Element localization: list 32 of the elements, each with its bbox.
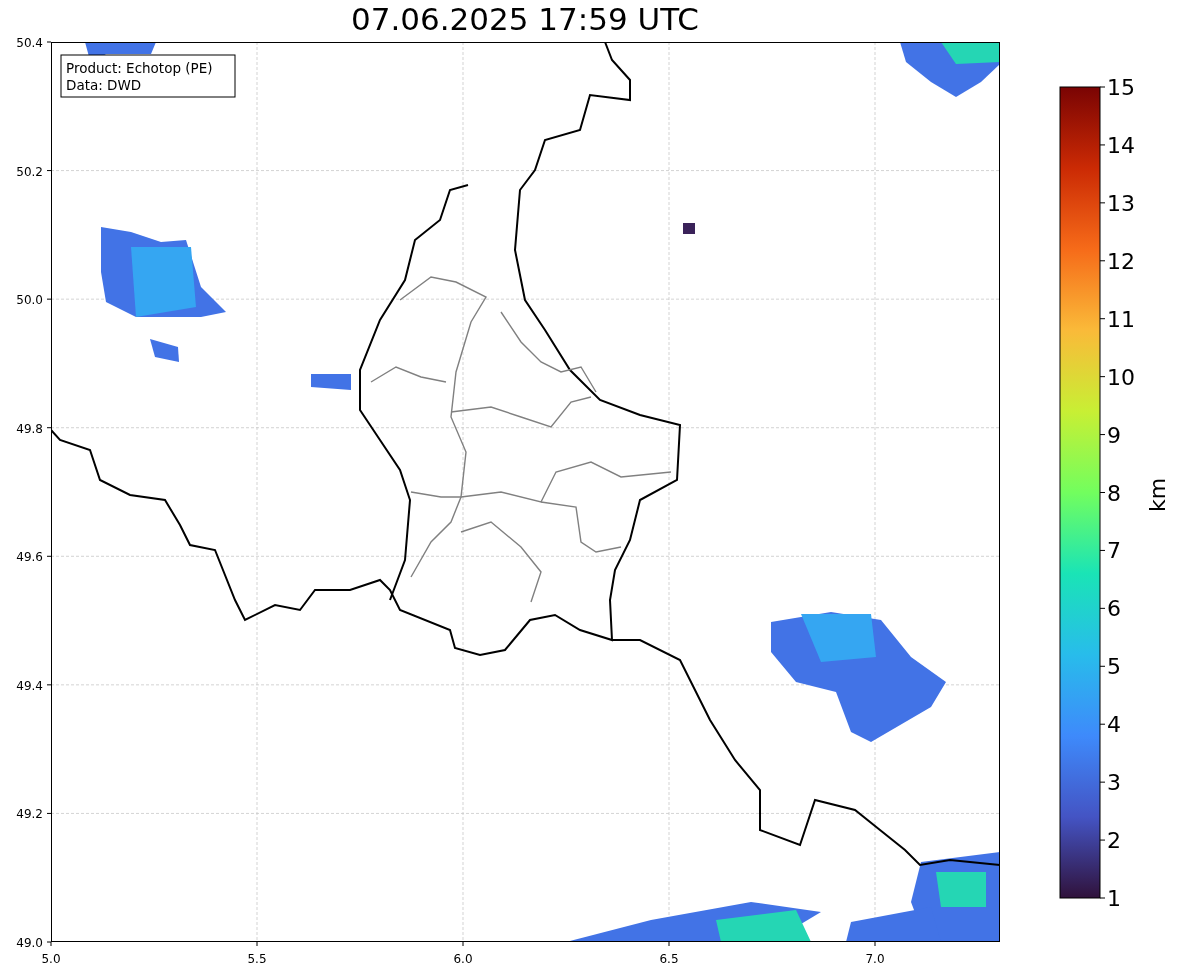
y-axis-label: 49.8 <box>16 421 43 436</box>
y-axis-label: 49.6 <box>16 550 43 565</box>
colorbar-tick-label: 3 <box>1107 770 1121 796</box>
x-axis-label: 6.0 <box>453 952 473 966</box>
y-axis-label: 49.4 <box>16 678 43 693</box>
y-axis-label: 50.4 <box>16 36 43 50</box>
chart-title: 07.06.2025 17:59 UTC <box>350 0 700 34</box>
y-axis-label: 50.0 <box>16 293 43 308</box>
colorbar-tick-label: 5 <box>1107 654 1121 680</box>
colorbar-tick-label: 15 <box>1107 75 1135 100</box>
colorbar-tick-label: 10 <box>1107 364 1135 390</box>
x-axis-label: 6.5 <box>659 952 679 966</box>
y-axis-label: 49.0 <box>16 936 43 950</box>
colorbar-tick-label: 9 <box>1107 422 1121 448</box>
colorbar-tick-label: 1 <box>1107 886 1121 911</box>
colorbar-tick-label: 2 <box>1107 828 1121 854</box>
colorbar-tick-label: 6 <box>1107 596 1121 622</box>
legend-text: Product: Echotop (PE) <box>66 60 213 76</box>
colorbar-tick-label: 7 <box>1107 538 1121 564</box>
colorbar-tick-label: 12 <box>1107 248 1135 274</box>
x-axis-label: 5.5 <box>247 952 267 966</box>
x-axis-label: 7.0 <box>865 952 885 966</box>
colorbar-tick-label: 8 <box>1107 480 1121 506</box>
legend-text: Data: DWD <box>66 77 142 93</box>
colorbar-tick-label: 13 <box>1107 190 1135 216</box>
colorbar-label: km <box>1145 477 1170 513</box>
colorbar-tick-label: 11 <box>1107 306 1135 332</box>
x-axis-label: 5.0 <box>41 952 61 966</box>
y-axis-label: 50.2 <box>16 164 43 179</box>
colorbar-tick-label: 4 <box>1107 712 1121 738</box>
y-axis-label: 49.2 <box>16 807 43 822</box>
colorbar-tick-label: 14 <box>1107 132 1135 158</box>
